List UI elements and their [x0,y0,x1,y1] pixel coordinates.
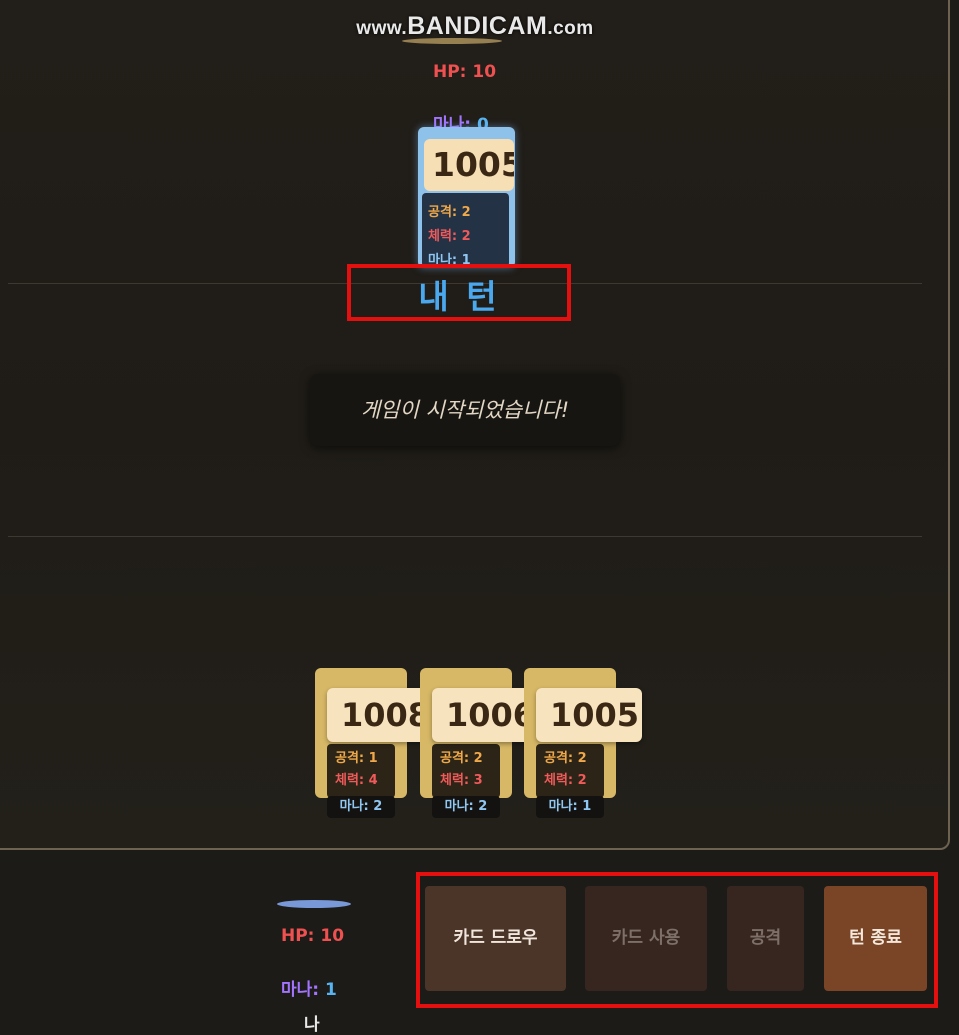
player-mana: 마나: 1 [281,980,337,1000]
opponent-field-card[interactable]: 1005 공격: 2 체력: 2 마나: 1 [418,127,515,268]
draw-card-button[interactable]: 카드 드로우 [425,886,566,991]
use-card-button[interactable]: 카드 사용 [585,886,707,991]
card-stats: 공격: 2 체력: 2 [544,751,587,788]
card-mana: 마나: 2 [432,796,500,818]
bandicam-watermark: www.BANDICAM.com [356,12,594,40]
card-id: 1008 [327,688,433,742]
turn-highlight-box: 내 턴 [347,264,571,321]
field-divider-bottom [8,536,922,537]
game-message: 게임이 시작되었습니다! [310,374,620,446]
player-hp: HP: 10 [281,926,345,946]
hand-card[interactable]: 1005 공격: 2 체력: 2 마나: 1 [524,668,642,818]
hand-card[interactable]: 1006 공격: 2 체력: 3 마나: 2 [420,668,538,818]
card-id: 1005 [536,688,642,742]
player-name: 나 [304,1015,320,1035]
player-avatar-glow [277,900,351,908]
opponent-avatar-glow [402,38,502,44]
card-attack: 공격: 2 [428,205,471,220]
hand-card[interactable]: 1008 공격: 1 체력: 4 마나: 2 [315,668,433,818]
card-mana: 마나: 1 [536,796,604,818]
opponent-hp: HP: 10 [433,62,497,82]
card-health: 체력: 2 [428,229,471,244]
card-stats: 공격: 2 체력: 3 [440,751,483,788]
end-turn-button[interactable]: 턴 종료 [824,886,927,991]
card-mana: 마나: 2 [327,796,395,818]
card-id: 1006 [432,688,538,742]
card-stats: 공격: 1 체력: 4 [335,751,378,788]
card-id: 1005 [424,139,514,191]
card-stats: 공격: 2 체력: 2 마나: 1 [428,201,471,273]
attack-button[interactable]: 공격 [727,886,804,991]
turn-indicator: 내 턴 [418,277,500,316]
